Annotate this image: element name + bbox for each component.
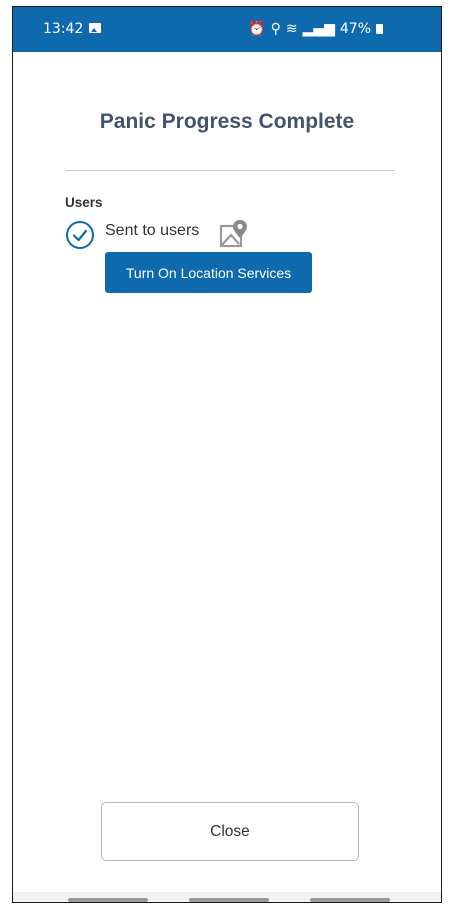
check-circle-icon — [66, 221, 94, 249]
location-icon: ⚲ — [270, 21, 281, 37]
map-location-icon[interactable] — [219, 218, 249, 248]
gallery-icon — [89, 23, 101, 33]
section-label-users: Users — [65, 195, 103, 210]
battery-icon — [376, 24, 383, 34]
sent-status-text: Sent to users — [105, 222, 200, 239]
status-time: 13:42 — [43, 21, 84, 37]
nav-back-handle[interactable] — [310, 898, 390, 902]
page-title: Panic Progress Complete — [99, 110, 355, 133]
status-bar: 13:42 ⏰ ⚲ ≋ ▂▄▆ 47% — [13, 7, 441, 52]
close-button[interactable]: Close — [101, 802, 359, 861]
app-frame: 13:42 ⏰ ⚲ ≋ ▂▄▆ 47% Panic Progress Complete … — [12, 6, 442, 903]
nav-home-handle[interactable] — [189, 898, 269, 902]
status-indicators: ⏰ ⚲ ≋ ▂▄▆ 47% — [243, 21, 383, 37]
navigation-bar — [13, 892, 441, 902]
wifi-icon: ≋ — [285, 21, 298, 37]
nav-recents-handle[interactable] — [68, 898, 148, 902]
turn-on-location-services-button[interactable]: Turn On Location Services — [105, 252, 312, 293]
signal-icon: ▂▄▆ — [302, 21, 335, 37]
divider — [65, 170, 395, 171]
alarm-icon: ⏰ — [248, 21, 266, 37]
battery-percent: 47% — [339, 21, 371, 37]
